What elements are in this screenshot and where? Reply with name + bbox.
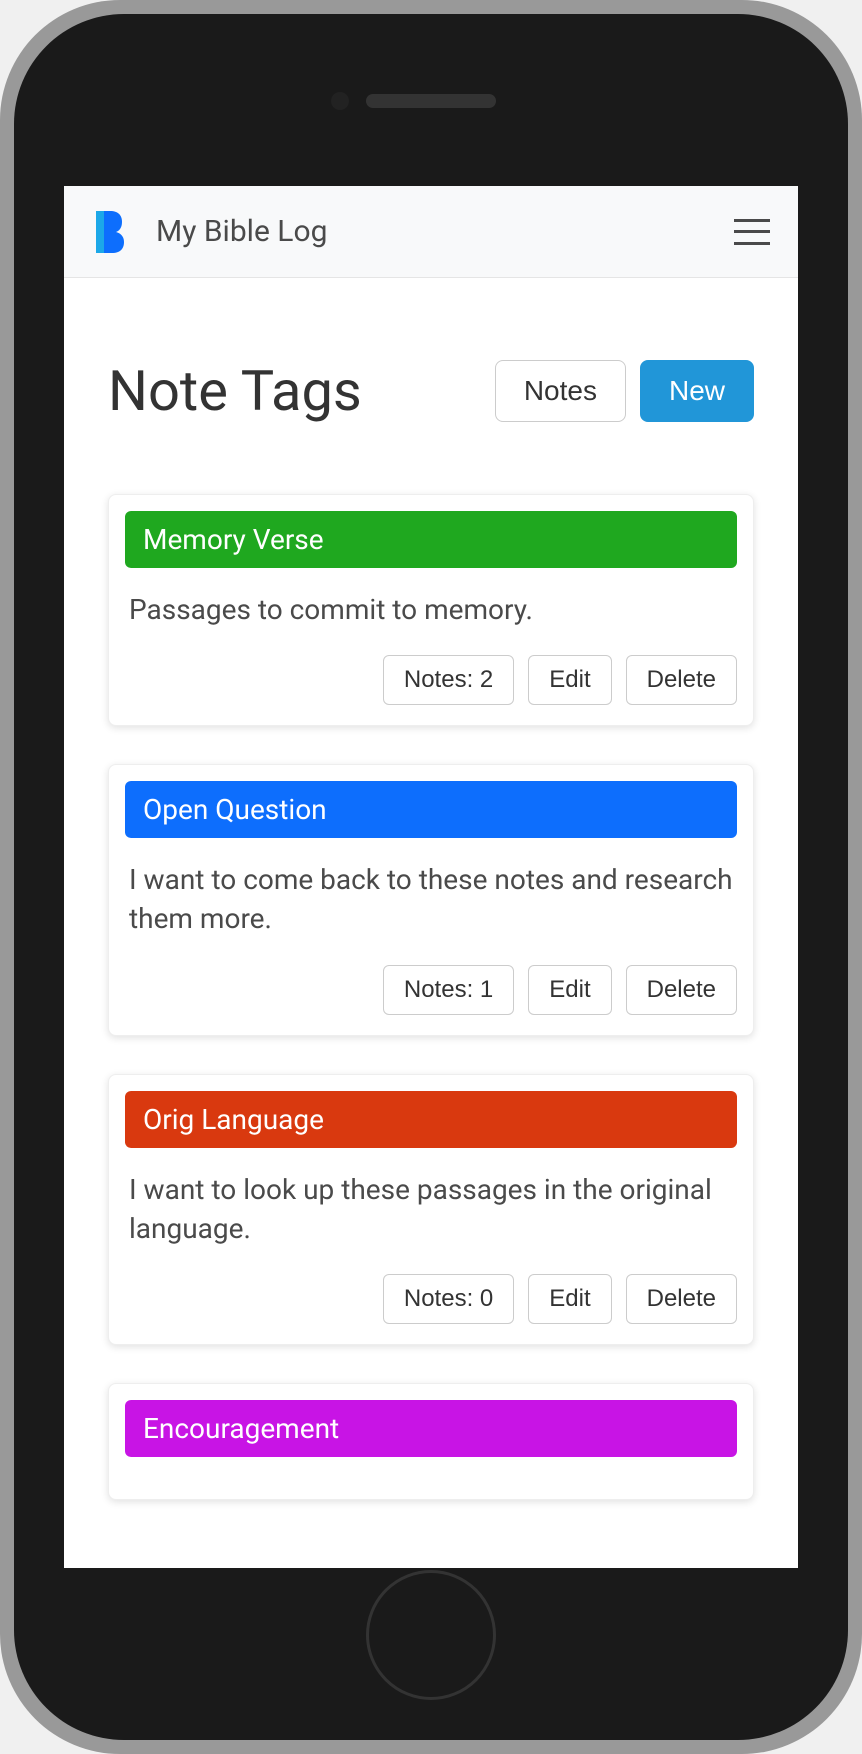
edit-button[interactable]: Edit: [528, 1274, 611, 1324]
tag-description: Passages to commit to memory.: [125, 590, 737, 629]
phone-frame: My Bible Log Note Tags Notes New Memory …: [0, 0, 862, 1754]
card-actions: Notes: 0 Edit Delete: [125, 1274, 737, 1324]
tag-card: Orig Language I want to look up these pa…: [108, 1074, 754, 1345]
delete-button[interactable]: Delete: [626, 965, 737, 1015]
nav-left: My Bible Log: [92, 209, 327, 255]
page-header: Note Tags Notes New: [108, 358, 754, 424]
card-actions: Notes: 2 Edit Delete: [125, 655, 737, 705]
tag-card: Memory Verse Passages to commit to memor…: [108, 494, 754, 726]
hamburger-icon[interactable]: [734, 219, 770, 245]
tag-description: I want to come back to these notes and r…: [125, 860, 737, 938]
card-actions: Notes: 1 Edit Delete: [125, 965, 737, 1015]
page-content: Note Tags Notes New Memory Verse Passage…: [64, 278, 798, 1558]
tag-name: Memory Verse: [125, 511, 737, 568]
app-logo-icon[interactable]: [92, 209, 128, 255]
notes-button[interactable]: Notes: [495, 360, 626, 422]
tag-name: Open Question: [125, 781, 737, 838]
new-button[interactable]: New: [640, 360, 754, 422]
tag-name: Orig Language: [125, 1091, 737, 1148]
nav-title[interactable]: My Bible Log: [156, 214, 327, 249]
nav-header: My Bible Log: [64, 186, 798, 278]
tag-name: Encouragement: [125, 1400, 737, 1457]
delete-button[interactable]: Delete: [626, 655, 737, 705]
edit-button[interactable]: Edit: [528, 965, 611, 1015]
phone-camera: [331, 92, 349, 110]
notes-count-button[interactable]: Notes: 2: [383, 655, 514, 705]
edit-button[interactable]: Edit: [528, 655, 611, 705]
notes-count-button[interactable]: Notes: 0: [383, 1274, 514, 1324]
tag-card: Open Question I want to come back to the…: [108, 764, 754, 1035]
delete-button[interactable]: Delete: [626, 1274, 737, 1324]
phone-speaker: [366, 94, 496, 108]
app-screen: My Bible Log Note Tags Notes New Memory …: [64, 186, 798, 1568]
tag-description: I want to look up these passages in the …: [125, 1170, 737, 1248]
phone-body: My Bible Log Note Tags Notes New Memory …: [14, 14, 848, 1740]
notes-count-button[interactable]: Notes: 1: [383, 965, 514, 1015]
header-buttons: Notes New: [495, 360, 754, 422]
page-title: Note Tags: [108, 358, 362, 424]
tag-card: Encouragement: [108, 1383, 754, 1500]
phone-home-button[interactable]: [366, 1570, 496, 1700]
